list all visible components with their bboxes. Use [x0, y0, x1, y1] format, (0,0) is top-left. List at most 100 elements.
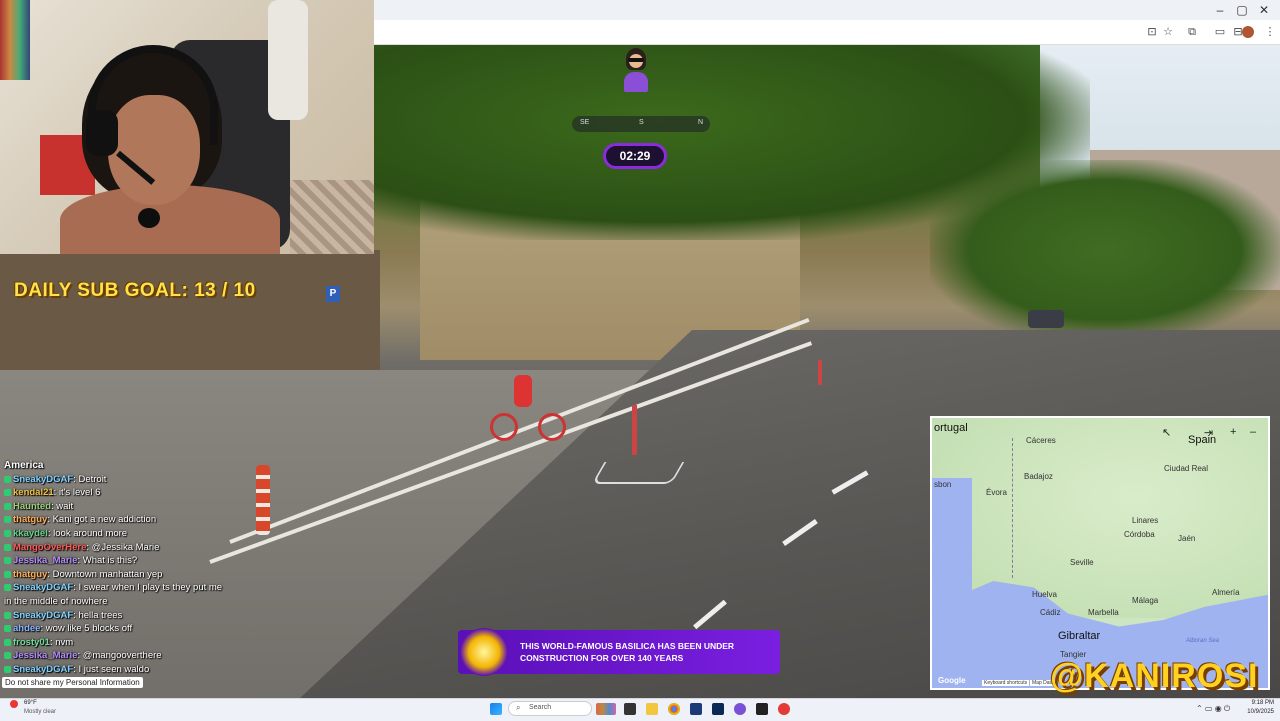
cyclist	[490, 375, 570, 445]
chat-message: SneakyDGAF: I swear when I play ts they …	[0, 581, 230, 608]
chat-username[interactable]: MangoOverHere	[13, 542, 86, 553]
taskbar-search-input[interactable]: ⌕ Search	[508, 701, 592, 716]
headset-earcup	[86, 110, 118, 156]
chat-username[interactable]: SneakyDGAF	[13, 582, 73, 593]
task-view-icon[interactable]	[624, 703, 636, 715]
premiere-icon[interactable]	[690, 703, 702, 715]
extensions-icon[interactable]: ⧉	[1186, 26, 1198, 38]
car	[1028, 310, 1064, 328]
system-tray-icons[interactable]: ⌃ ▭ ◉ ⏻	[1196, 704, 1230, 714]
round-timer: 02:29	[603, 143, 667, 169]
chat-header: America	[4, 460, 44, 471]
chat-username[interactable]: SneakyDGAF	[13, 610, 73, 621]
guess-map[interactable]: ↖ ⇥ + – ortugal Spain Cáceres Badajoz Évora s…	[930, 416, 1270, 690]
map-place-label: Almería	[1212, 588, 1240, 597]
chat-badge-icon	[4, 638, 11, 646]
chat-username[interactable]: SneakyDGAF	[13, 664, 73, 675]
compass-label: N	[698, 119, 704, 126]
clock-time[interactable]: 9:18 PM	[1244, 700, 1274, 706]
zoom-in-icon[interactable]: +	[1230, 426, 1236, 438]
chat-username[interactable]: Jessika_Marie	[13, 650, 77, 661]
map-place-label: Gibraltar	[1058, 630, 1101, 642]
bollard	[632, 405, 637, 455]
building-storefronts	[0, 250, 380, 380]
map-place-label: Évora	[986, 488, 1007, 497]
chat-message: kendal21: it's level 6	[0, 486, 230, 500]
compass-label: S	[639, 119, 644, 126]
chat-username[interactable]: ahdee	[13, 623, 40, 634]
close-icon[interactable]: ✕	[1256, 3, 1272, 17]
chat-username[interactable]: Haunted	[13, 501, 51, 512]
chat-message: thatguy: Downtown manhattan yep	[0, 568, 230, 582]
chat-username[interactable]: Jessika_Marie	[13, 555, 77, 566]
obs-icon[interactable]	[756, 703, 768, 715]
chat-message: ahdee: wow like 5 blocks off	[0, 622, 230, 636]
lightbulb-icon	[460, 628, 508, 676]
navigation-arrow[interactable]	[591, 462, 685, 484]
split-screen-icon[interactable]: ▭	[1214, 26, 1226, 38]
file-explorer-icon[interactable]	[646, 703, 658, 715]
expand-map-icon[interactable]: ↖	[1162, 426, 1171, 439]
chat-overlay: America SneakyDGAF: Detroit kendal21: it'…	[0, 459, 230, 677]
weather-desc: Mostly clear	[24, 709, 57, 715]
chrome-icon[interactable]	[668, 703, 680, 715]
map-place-label: Alboran Sea	[1186, 638, 1220, 644]
map-place-label: Cáceres	[1026, 436, 1056, 445]
widgets-icon[interactable]	[596, 703, 616, 715]
chat-badge-icon	[4, 543, 11, 551]
chat-badge-icon	[4, 502, 11, 510]
clock-date[interactable]: 10/9/2025	[1240, 709, 1274, 715]
photoshop-icon[interactable]	[712, 703, 724, 715]
map-place-label: sbon	[934, 480, 952, 489]
privacy-link[interactable]: Do not share my Personal Information	[2, 677, 143, 688]
map-place-label: Linares	[1132, 516, 1159, 525]
profile-avatar-icon[interactable]	[1242, 26, 1254, 38]
parking-sign: P	[326, 286, 340, 302]
chat-username[interactable]: kkaydel	[13, 528, 48, 539]
chat-message: Jessika_Marie: @mangooverthere	[0, 649, 230, 663]
map-place-label: Cádiz	[1040, 608, 1061, 617]
app-icon[interactable]	[778, 703, 790, 715]
map-place-label: ortugal	[934, 422, 968, 434]
chat-text: : nvm	[49, 636, 74, 648]
hint-text: THIS WORLD-FAMOUS BASILICA HAS BEEN UNDE…	[520, 641, 735, 663]
chat-username[interactable]: frosty01	[13, 637, 50, 648]
search-icon: ⌕	[516, 703, 521, 712]
bollard	[818, 360, 822, 385]
maximize-icon[interactable]: ▢	[1234, 3, 1250, 17]
menu-icon[interactable]: ⋮	[1264, 26, 1276, 38]
chat-badge-icon	[4, 625, 11, 633]
tree-canopy-right	[930, 160, 1280, 340]
keyboard-shortcuts-link[interactable]: Keyboard shortcuts	[982, 680, 1030, 686]
chat-message: SneakyDGAF: I just seen waldo	[0, 663, 230, 677]
bookmark-star-icon[interactable]: ☆	[1162, 26, 1174, 38]
minimize-icon[interactable]: –	[1212, 3, 1228, 17]
chat-text: : look around more	[47, 527, 128, 539]
chat-text: : @Jessika Marie	[86, 541, 160, 553]
chat-badge-icon	[4, 489, 11, 497]
weather-icon[interactable]	[10, 700, 18, 708]
chat-text: : hella trees	[73, 609, 123, 621]
chat-username[interactable]: SneakyDGAF	[13, 474, 73, 485]
chat-username[interactable]: thatguy	[13, 514, 47, 525]
discord-icon[interactable]	[734, 703, 746, 715]
webcam-overlay	[0, 0, 374, 254]
guitar	[268, 0, 308, 120]
chat-badge-icon	[4, 665, 11, 673]
chat-message: MangoOverHere: @Jessika Marie	[0, 541, 230, 555]
chat-text: : it's level 6	[53, 487, 101, 499]
start-menu-icon[interactable]	[490, 703, 502, 715]
chat-badge-icon	[4, 516, 11, 524]
chat-text: : wait	[51, 500, 74, 512]
zoom-out-icon[interactable]: –	[1250, 426, 1256, 438]
bookshelf	[0, 0, 30, 80]
chat-badge-icon	[4, 611, 11, 619]
chat-text: : wow like 5 blocks off	[40, 623, 133, 635]
map-place-label: Seville	[1070, 558, 1094, 567]
chat-message: Jessika_Marie: What is this?	[0, 554, 230, 568]
chat-username[interactable]: kendal21	[13, 487, 54, 498]
chat-text: : Kani got a new addiction	[47, 514, 157, 526]
chat-username[interactable]: thatguy	[13, 569, 47, 580]
install-app-icon[interactable]: ⊡	[1146, 26, 1158, 38]
map-place-label: Badajoz	[1024, 472, 1053, 481]
